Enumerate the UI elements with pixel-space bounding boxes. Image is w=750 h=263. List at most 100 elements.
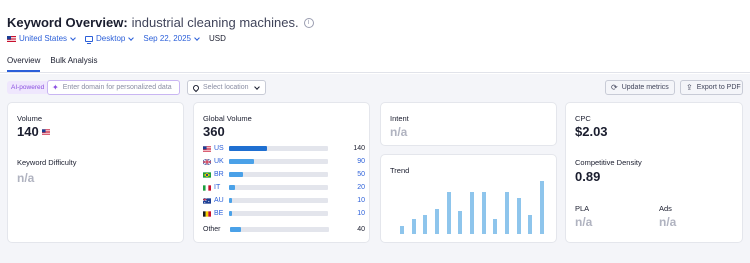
trend-label: Trend bbox=[390, 166, 410, 175]
tab-bulk-analysis[interactable]: Bulk Analysis bbox=[50, 56, 97, 72]
filter-bar: United States Desktop Sep 22, 2025 USD bbox=[7, 34, 226, 44]
desktop-icon bbox=[85, 35, 94, 44]
trend-bar[interactable] bbox=[458, 210, 463, 234]
country-volume-bar bbox=[230, 227, 329, 232]
chevron-down-icon bbox=[254, 84, 260, 90]
chevron-down-icon bbox=[128, 34, 135, 41]
trend-bar[interactable] bbox=[399, 225, 404, 234]
volume-card: Volume 140 Keyword Difficulty n/a bbox=[7, 102, 184, 243]
export-icon: ⇪ bbox=[686, 83, 693, 92]
us-flag-icon bbox=[203, 145, 211, 152]
country-volume-fill bbox=[229, 185, 235, 190]
country-code: UK bbox=[214, 158, 224, 165]
country-code: IT bbox=[214, 184, 221, 191]
ads-label: Ads bbox=[659, 204, 672, 213]
info-circle-icon[interactable]: i bbox=[303, 17, 314, 28]
location-select[interactable]: Select location bbox=[187, 80, 266, 95]
ads-value: n/a bbox=[659, 215, 677, 229]
trend-bar[interactable] bbox=[528, 214, 533, 234]
country-volume-fill bbox=[229, 146, 267, 151]
keyword-difficulty-value: n/a bbox=[17, 171, 35, 185]
country-volume-value: 10 bbox=[357, 197, 365, 204]
country-code: US bbox=[214, 145, 224, 152]
uk-flag-icon bbox=[203, 158, 211, 165]
cpc-label: CPC bbox=[575, 114, 591, 123]
country-label: United States bbox=[19, 34, 68, 43]
export-pdf-button[interactable]: ⇪ Export to PDF bbox=[680, 80, 743, 95]
trend-bar[interactable] bbox=[481, 191, 486, 234]
trend-bar[interactable] bbox=[516, 197, 521, 234]
page-title: Keyword Overview: industrial cleaning ma… bbox=[7, 15, 314, 30]
refresh-icon: ⟳ bbox=[611, 83, 618, 92]
country-volume-fill bbox=[229, 172, 243, 177]
br-flag-icon bbox=[203, 171, 211, 178]
country-volume-value: 20 bbox=[357, 184, 365, 191]
update-metrics-button[interactable]: ⟳ Update metrics bbox=[605, 80, 675, 95]
country-volume-bar bbox=[229, 185, 328, 190]
keyword-title: industrial cleaning machines. bbox=[131, 15, 299, 30]
country-volume-fill bbox=[229, 211, 232, 216]
trend-bar[interactable] bbox=[411, 219, 416, 234]
country-volume-bar bbox=[229, 159, 328, 164]
country-row-other[interactable]: Other 40 bbox=[203, 225, 365, 234]
trend-bar[interactable] bbox=[540, 181, 545, 234]
pla-label: PLA bbox=[575, 204, 590, 213]
country-volume-bar bbox=[229, 211, 328, 216]
volume-value: 140 bbox=[17, 124, 39, 139]
device-select[interactable]: Desktop bbox=[85, 34, 135, 44]
other-volume-fill bbox=[230, 227, 241, 232]
au-flag-icon bbox=[203, 197, 211, 204]
location-placeholder: Select location bbox=[203, 84, 249, 91]
currency-label: USD bbox=[209, 34, 226, 43]
other-label: Other bbox=[203, 226, 221, 233]
country-volume-bar bbox=[229, 146, 328, 151]
trend-bar[interactable] bbox=[470, 191, 474, 234]
other-volume-value: 40 bbox=[357, 226, 365, 233]
cpc-card: CPC $2.03 Competitive Density 0.89 PLA n… bbox=[565, 102, 743, 243]
country-row-be[interactable]: BE 10 bbox=[203, 209, 365, 218]
country-volume-bar bbox=[229, 172, 328, 177]
trend-bar[interactable] bbox=[434, 208, 439, 234]
trend-bar[interactable] bbox=[446, 191, 451, 234]
toolbar: AI-powered ✦ Enter domain for personaliz… bbox=[7, 80, 743, 96]
chevron-down-icon bbox=[194, 34, 200, 41]
device-label: Desktop bbox=[96, 34, 126, 43]
date-label: Sep 22, 2025 bbox=[143, 34, 191, 43]
us-flag-icon bbox=[41, 128, 50, 135]
country-row-br[interactable]: BR 50 bbox=[203, 170, 365, 179]
keyword-difficulty-label: Keyword Difficulty bbox=[17, 158, 77, 167]
country-volume-value: 50 bbox=[357, 171, 365, 178]
domain-input[interactable]: ✦ Enter domain for personalized data bbox=[47, 80, 180, 95]
trend-card: Trend bbox=[380, 154, 557, 243]
country-volume-fill bbox=[229, 159, 254, 164]
update-metrics-label: Update metrics bbox=[621, 84, 669, 91]
tab-bar: Overview Bulk Analysis bbox=[7, 56, 107, 72]
country-row-it[interactable]: IT 20 bbox=[203, 183, 365, 192]
global-volume-label: Global Volume bbox=[203, 114, 252, 123]
trend-bar[interactable] bbox=[423, 214, 428, 234]
country-volume-value: 90 bbox=[357, 158, 365, 165]
country-volume-fill bbox=[229, 198, 232, 203]
country-row-us[interactable]: US 140 bbox=[203, 144, 365, 153]
cpc-value: $2.03 bbox=[575, 124, 608, 139]
sparkle-icon: ✦ bbox=[52, 83, 59, 92]
it-flag-icon bbox=[203, 184, 211, 191]
competitive-density-label: Competitive Density bbox=[575, 158, 642, 167]
country-select[interactable]: United States bbox=[7, 34, 76, 43]
global-volume-value: 360 bbox=[203, 124, 225, 139]
date-select[interactable]: Sep 22, 2025 bbox=[143, 34, 200, 43]
trend-chart bbox=[396, 181, 548, 234]
trend-bar[interactable] bbox=[505, 191, 510, 234]
intent-value: n/a bbox=[390, 125, 408, 139]
global-volume-card: Global Volume 360 US 140 UK 90 BR 50 IT … bbox=[193, 102, 370, 243]
title-prefix: Keyword Overview: bbox=[7, 15, 128, 30]
country-row-uk[interactable]: UK 90 bbox=[203, 157, 365, 166]
volume-value-row: 140 bbox=[17, 124, 50, 139]
trend-bar[interactable] bbox=[493, 219, 498, 234]
ai-powered-badge: AI-powered bbox=[7, 81, 49, 94]
tab-overview[interactable]: Overview bbox=[7, 56, 41, 72]
be-flag-icon bbox=[203, 210, 211, 217]
country-row-au[interactable]: AU 10 bbox=[203, 196, 365, 205]
header-divider bbox=[0, 72, 750, 73]
country-code: AU bbox=[214, 197, 224, 204]
